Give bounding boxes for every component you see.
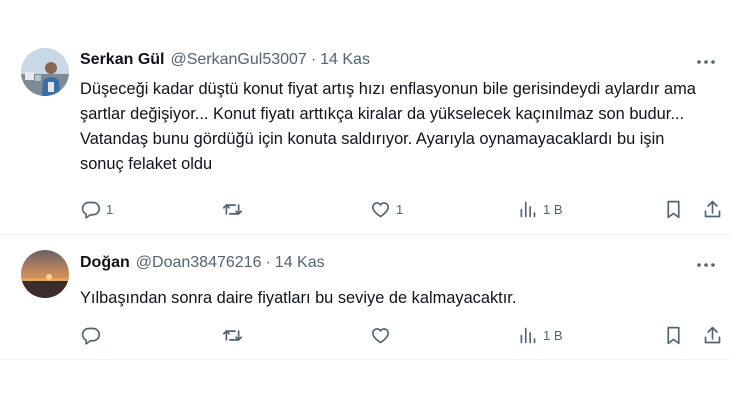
bookmark-icon	[667, 326, 680, 344]
bookmark-button[interactable]	[663, 197, 684, 221]
tweet-header: Serkan Gül @SerkanGul53007 · 14 Kas	[80, 51, 370, 69]
retweet-button[interactable]	[222, 197, 248, 221]
share-button[interactable]	[702, 197, 723, 221]
tweet-text: Yılbaşından sonra daire fiyatları bu sev…	[80, 289, 517, 307]
like-icon	[372, 327, 389, 343]
tweet[interactable]: Doğan @Doan38476216 · 14 Kas Yılbaşından…	[0, 236, 730, 360]
avatar-image	[21, 250, 69, 298]
share-icon	[704, 326, 721, 343]
like-button[interactable]: 1	[370, 197, 403, 221]
views-button[interactable]: 1 B	[517, 197, 563, 221]
views-icon	[520, 201, 536, 217]
reply-button[interactable]: 1	[80, 197, 113, 221]
author-handle[interactable]: @Doan38476216	[136, 254, 262, 272]
reply-icon	[81, 327, 101, 345]
tweet[interactable]: Serkan Gül @SerkanGul53007 · 14 Kas Düşe…	[0, 36, 730, 235]
views-count: 1 B	[543, 201, 563, 217]
tweet-actions: 1 B	[80, 323, 725, 347]
retweet-icon	[222, 203, 243, 215]
tweet-text: Düşeceği kadar düştü konut fiyat artış h…	[80, 80, 696, 173]
views-icon	[520, 327, 536, 343]
views-button[interactable]: 1 B	[517, 323, 563, 347]
share-button[interactable]	[702, 323, 723, 347]
tweet-date[interactable]: 14 Kas	[275, 254, 325, 272]
reply-icon	[81, 201, 101, 219]
tweet-date[interactable]: 14 Kas	[320, 51, 370, 69]
retweet-icon	[222, 329, 243, 341]
bookmark-button[interactable]	[663, 323, 684, 347]
views-count: 1 B	[543, 327, 563, 343]
more-icon[interactable]	[696, 53, 716, 71]
retweet-button[interactable]	[222, 323, 248, 347]
more-icon[interactable]	[696, 256, 716, 274]
avatar[interactable]	[21, 250, 69, 298]
like-button[interactable]	[370, 323, 396, 347]
reply-count: 1	[106, 201, 114, 217]
share-icon	[704, 200, 721, 217]
tweet-header: Doğan @Doan38476216 · 14 Kas	[80, 254, 325, 272]
separator-dot: ·	[310, 51, 317, 68]
author-name[interactable]: Serkan Gül	[80, 51, 164, 69]
like-count: 1	[396, 201, 404, 217]
separator-dot: ·	[265, 254, 271, 271]
tweet-actions: 1 1 1 B	[80, 197, 725, 221]
like-icon	[372, 201, 389, 217]
bookmark-icon	[667, 200, 680, 218]
author-handle[interactable]: @SerkanGul53007	[170, 51, 306, 69]
avatar-image	[21, 48, 69, 96]
reply-button[interactable]	[80, 323, 106, 347]
avatar[interactable]	[21, 48, 69, 96]
author-name[interactable]: Doğan	[80, 254, 130, 272]
